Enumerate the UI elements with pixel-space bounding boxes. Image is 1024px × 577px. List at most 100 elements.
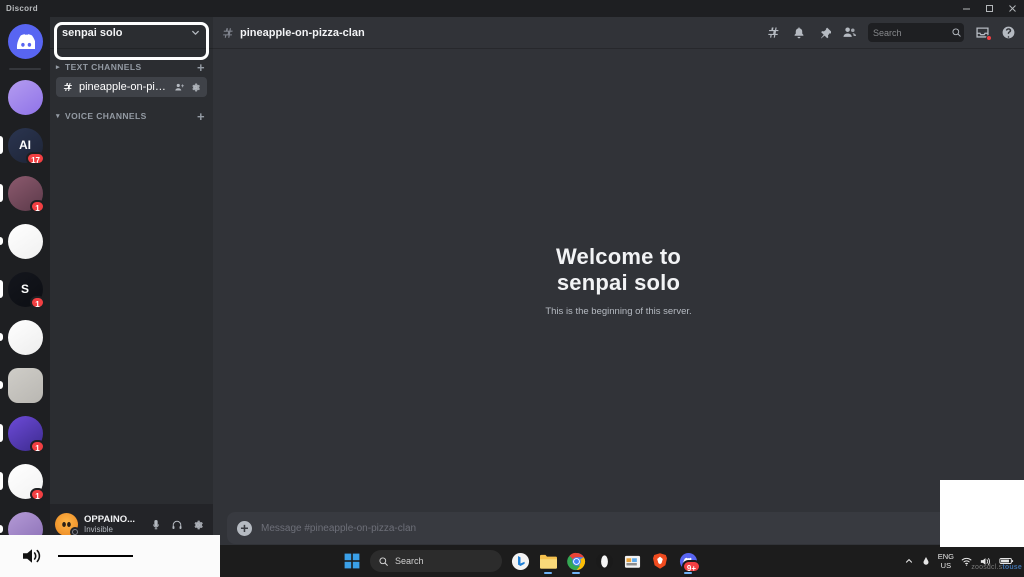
channel-sidebar: senpai solo ▸ TEXT CHANNELS + pineapple-on-…	[50, 17, 213, 545]
microsoft-store-icon[interactable]	[618, 547, 646, 575]
channel-name-title: pineapple-on-pizza-clan	[240, 26, 365, 39]
main-content: pineapple-on-pizza-clan Search Welcome t…	[213, 17, 1024, 545]
discord-window: Discord AI 17 1 S 1 1 1 senpai solo ▸ TE…	[0, 0, 1024, 545]
language-line-2: US	[940, 561, 952, 570]
white-server-image	[7, 223, 43, 259]
channel-header-tools[interactable]	[766, 23, 1016, 42]
search-icon	[951, 27, 962, 38]
window-titlebar: Discord	[0, 0, 1024, 17]
home-button[interactable]	[0, 17, 50, 65]
user-settings-gear-icon[interactable]	[189, 516, 206, 533]
taskbar-search-label: Search	[395, 556, 424, 566]
white-overlay-panel	[940, 480, 1024, 547]
speaker-volume-icon	[22, 547, 44, 565]
server-icon-folder-server[interactable]: 1	[0, 457, 50, 505]
composer-wrapper: + Message #pineapple-on-pizza-clan GIF	[213, 512, 1024, 545]
attach-plus-icon[interactable]: +	[237, 520, 252, 536]
server-pill-indicator	[0, 280, 3, 298]
copilot-bing-icon[interactable]	[506, 547, 534, 575]
language-line-1: ENG	[937, 552, 954, 561]
channel-item[interactable]: pineapple-on-pizz...	[56, 77, 207, 97]
edit-channel-icon[interactable]	[190, 82, 201, 93]
server-icon-ai-server[interactable]: AI 17	[0, 121, 50, 169]
inbox-unread-dot	[986, 35, 992, 41]
onedrive-icon[interactable]	[921, 556, 931, 566]
server-icon-s-server[interactable]: S1	[0, 265, 50, 313]
sail-server-image	[7, 319, 43, 355]
discord-icon[interactable]: 9+	[674, 547, 702, 575]
user-meta: OPPAINO... Invisible	[84, 514, 147, 535]
welcome-title: Welcome to senpai solo	[556, 244, 681, 296]
server-icon-cube-server[interactable]	[0, 73, 50, 121]
server-pill-indicator	[0, 381, 3, 389]
start-button[interactable]	[338, 547, 366, 575]
welcome-line-2: senpai solo	[556, 269, 681, 295]
add-channel-button[interactable]: +	[197, 110, 205, 123]
search-input[interactable]	[873, 27, 951, 38]
avatar[interactable]	[55, 513, 80, 537]
overlay-label-prefix: zoosdcl.s	[971, 564, 1003, 571]
message-input[interactable]: Message #pineapple-on-pizza-clan	[261, 523, 952, 534]
taskbar-search-box[interactable]: Search	[370, 550, 502, 572]
pinned-messages-icon[interactable]	[817, 26, 831, 40]
show-hidden-icons-chevron[interactable]	[904, 556, 914, 566]
volume-osd-overlay	[0, 535, 220, 577]
brave-browser-icon[interactable]	[646, 547, 674, 575]
channel-group-label: TEXT CHANNELS	[65, 62, 142, 72]
minimize-button[interactable]	[955, 0, 978, 17]
welcome-line-1: Welcome to	[555, 243, 682, 269]
server-list[interactable]: AI171S11161MAL	[0, 73, 50, 545]
help-circle-icon[interactable]	[1001, 25, 1016, 40]
channel-groups: ▸ TEXT CHANNELS + pineapple-on-pizz... ▾ VOIC…	[50, 59, 213, 124]
discord-home-icon	[7, 23, 43, 59]
opera-icon[interactable]	[590, 547, 618, 575]
close-button[interactable]	[1001, 0, 1024, 17]
server-icon-art-server[interactable]	[0, 361, 50, 409]
server-rail[interactable]: AI171S11161MAL	[0, 17, 50, 545]
taskbar-center-group[interactable]: Search 9+	[338, 547, 702, 575]
search-box[interactable]	[868, 23, 964, 42]
volume-level-bar[interactable]	[58, 555, 133, 557]
message-composer[interactable]: + Message #pineapple-on-pizza-clan GIF	[227, 512, 1010, 544]
inbox-icon[interactable]	[975, 25, 992, 41]
taskbar-active-indicator	[684, 572, 692, 574]
add-channel-button[interactable]: +	[197, 61, 205, 74]
hash-thread-icon	[221, 26, 235, 40]
welcome-subtitle: This is the beginning of this server.	[545, 305, 692, 317]
art-server-image	[7, 367, 43, 403]
overlay-label: zoosdcl.stouse	[971, 564, 1022, 571]
channel-group-header[interactable]: ▸ TEXT CHANNELS +	[50, 59, 213, 75]
file-explorer-icon[interactable]	[534, 547, 562, 575]
server-icon-white-server[interactable]	[0, 217, 50, 265]
rail-divider	[9, 68, 41, 70]
language-indicator[interactable]: ENG US	[938, 552, 954, 570]
channel-header: pineapple-on-pizza-clan	[213, 17, 1024, 48]
chevron-right-icon: ▸	[56, 64, 60, 71]
channel-item-actions[interactable]	[174, 82, 201, 93]
server-icon-purple-server[interactable]: 1	[0, 169, 50, 217]
threads-icon[interactable]	[766, 25, 781, 40]
taskbar-active-indicator	[544, 572, 552, 574]
hash-icon	[62, 81, 74, 93]
maximize-button[interactable]	[978, 0, 1001, 17]
window-controls	[955, 0, 1024, 17]
google-chrome-icon[interactable]	[562, 547, 590, 575]
server-name: senpai solo	[62, 26, 123, 39]
microphone-icon[interactable]	[147, 516, 164, 533]
headphones-icon[interactable]	[168, 516, 185, 533]
server-icon-sail-server[interactable]	[0, 313, 50, 361]
search-icon	[378, 556, 389, 567]
server-unread-badge: 17	[26, 152, 45, 165]
user-panel-actions[interactable]	[147, 516, 208, 533]
member-list-icon[interactable]	[842, 25, 857, 40]
taskbar-active-indicator	[572, 572, 580, 574]
channel-group-label: VOICE CHANNELS	[65, 111, 147, 121]
server-header-dropdown[interactable]: senpai solo	[50, 17, 213, 48]
channel-group-header[interactable]: ▾ VOICE CHANNELS +	[50, 108, 213, 124]
server-unread-badge: 1	[30, 440, 45, 453]
notification-bell-icon[interactable]	[792, 26, 806, 40]
server-pill-indicator	[0, 424, 3, 442]
server-icon-apex-server[interactable]: 1	[0, 409, 50, 457]
server-unread-badge: 1	[30, 488, 45, 501]
create-invite-icon[interactable]	[174, 82, 185, 93]
